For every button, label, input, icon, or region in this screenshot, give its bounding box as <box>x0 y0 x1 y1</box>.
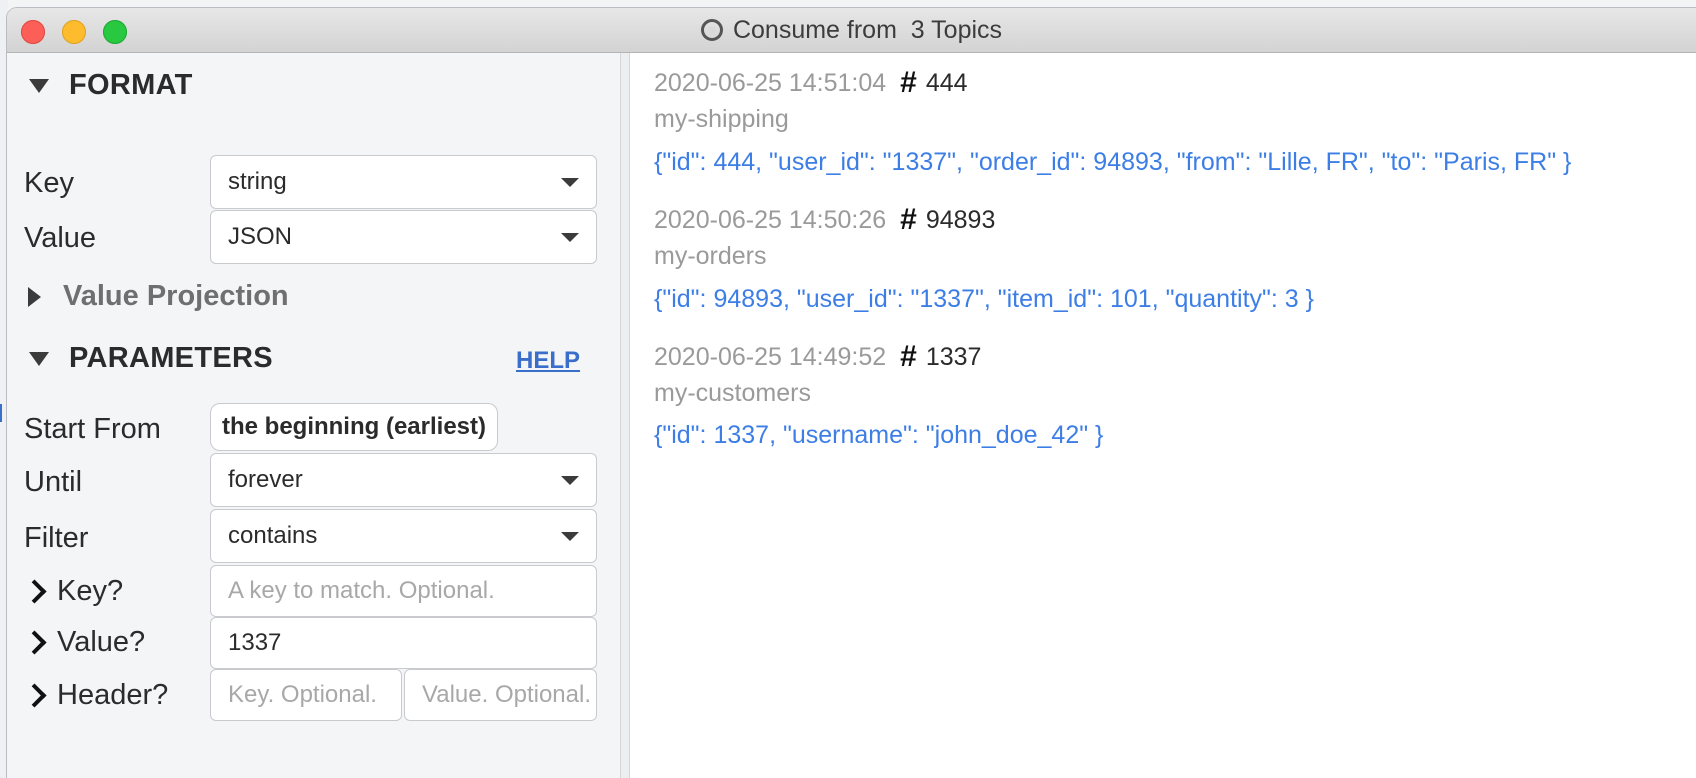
until-select[interactable]: forever <box>210 453 597 507</box>
offset-hash-icon: # <box>900 203 917 236</box>
message-timestamp: 2020-06-25 14:51:04 <box>654 68 887 97</box>
filter-label: Filter <box>24 522 89 554</box>
background-accent-mark <box>0 404 2 422</box>
offset-hash-icon: # <box>900 340 917 373</box>
collapse-triangle-icon <box>29 78 49 93</box>
message-topic: my-shipping <box>654 105 789 133</box>
value-filter-input[interactable] <box>228 629 596 657</box>
chevron-right-icon <box>22 683 47 708</box>
value-format-select[interactable]: JSON <box>210 210 597 264</box>
value-filter-field[interactable] <box>210 617 597 669</box>
key-format-value: string <box>228 168 287 195</box>
value-format-label: Value <box>24 222 97 254</box>
header-value-field[interactable] <box>404 669 597 721</box>
key-filter-input[interactable] <box>228 577 596 605</box>
start-from-button[interactable]: the beginning (earliest) <box>210 403 498 451</box>
filter-value: contains <box>228 522 318 549</box>
value-projection-toggle[interactable]: Value Projection <box>28 280 289 313</box>
message-payload[interactable]: {"id": 1337, "username": "john_doe_42" } <box>654 421 1103 450</box>
header-filter-toggle[interactable]: Header? <box>22 679 169 712</box>
collapse-triangle-icon <box>29 351 49 366</box>
value-filter-label: Value? <box>57 626 146 658</box>
message-meta: 2020-06-25 14:50:26 # 94893 <box>654 203 995 237</box>
chevron-right-icon <box>22 579 47 604</box>
value-format-value: JSON <box>228 223 293 250</box>
filter-select[interactable]: contains <box>210 509 597 563</box>
message-payload[interactable]: {"id": 94893, "user_id": "1337", "item_i… <box>654 285 1314 314</box>
start-from-label: Start From <box>24 413 161 445</box>
split-pane-divider[interactable] <box>620 53 630 778</box>
key-format-select[interactable]: string <box>210 155 597 209</box>
until-label: Until <box>24 466 83 498</box>
header-value-input[interactable] <box>422 681 596 709</box>
message-offset: 444 <box>925 68 968 97</box>
key-format-label: Key <box>24 167 74 199</box>
chevron-down-icon <box>561 178 579 187</box>
format-section-header[interactable]: FORMAT <box>29 69 193 102</box>
consume-dialog-window: Consume from 3 Topics FORMAT Key string … <box>7 8 1696 778</box>
value-filter-toggle[interactable]: Value? <box>22 626 146 659</box>
message-topic: my-customers <box>654 379 811 407</box>
chevron-right-icon <box>22 630 47 655</box>
message-meta: 2020-06-25 14:51:04 # 444 <box>654 66 968 100</box>
message-timestamp: 2020-06-25 14:49:52 <box>654 342 887 371</box>
key-filter-label: Key? <box>57 575 124 607</box>
help-link[interactable]: HELP <box>516 347 580 375</box>
format-section-title: FORMAT <box>69 69 193 101</box>
key-filter-field[interactable] <box>210 565 597 617</box>
message-timestamp: 2020-06-25 14:50:26 <box>654 205 887 234</box>
expand-triangle-icon <box>28 286 41 307</box>
parameters-section-title: PARAMETERS <box>69 342 273 374</box>
chevron-down-icon <box>561 233 579 242</box>
offset-hash-icon: # <box>900 66 917 99</box>
value-projection-label: Value Projection <box>63 280 289 312</box>
chevron-down-icon <box>561 476 579 485</box>
message-offset: 1337 <box>925 342 982 371</box>
header-filter-label: Header? <box>57 679 169 711</box>
title-bar[interactable]: Consume from 3 Topics <box>7 8 1696 53</box>
window-title-group: Consume from 3 Topics <box>7 8 1696 52</box>
message-offset: 94893 <box>925 205 996 234</box>
key-filter-toggle[interactable]: Key? <box>22 575 124 608</box>
until-value: forever <box>228 466 303 493</box>
window-title: Consume from 3 Topics <box>732 15 1003 44</box>
message-payload[interactable]: {"id": 444, "user_id": "1337", "order_id… <box>654 148 1571 177</box>
messages-panel: 2020-06-25 14:51:04 # 444 my-shipping {"… <box>630 53 1696 778</box>
parameters-section-header[interactable]: PARAMETERS <box>29 342 273 375</box>
header-key-field[interactable] <box>210 669 402 721</box>
header-key-input[interactable] <box>228 681 401 709</box>
message-topic: my-orders <box>654 242 767 270</box>
settings-panel: FORMAT Key string Value JSON Value Proje… <box>7 53 620 778</box>
chevron-down-icon <box>561 532 579 541</box>
consumer-icon <box>700 19 723 41</box>
message-meta: 2020-06-25 14:49:52 # 1337 <box>654 340 981 374</box>
